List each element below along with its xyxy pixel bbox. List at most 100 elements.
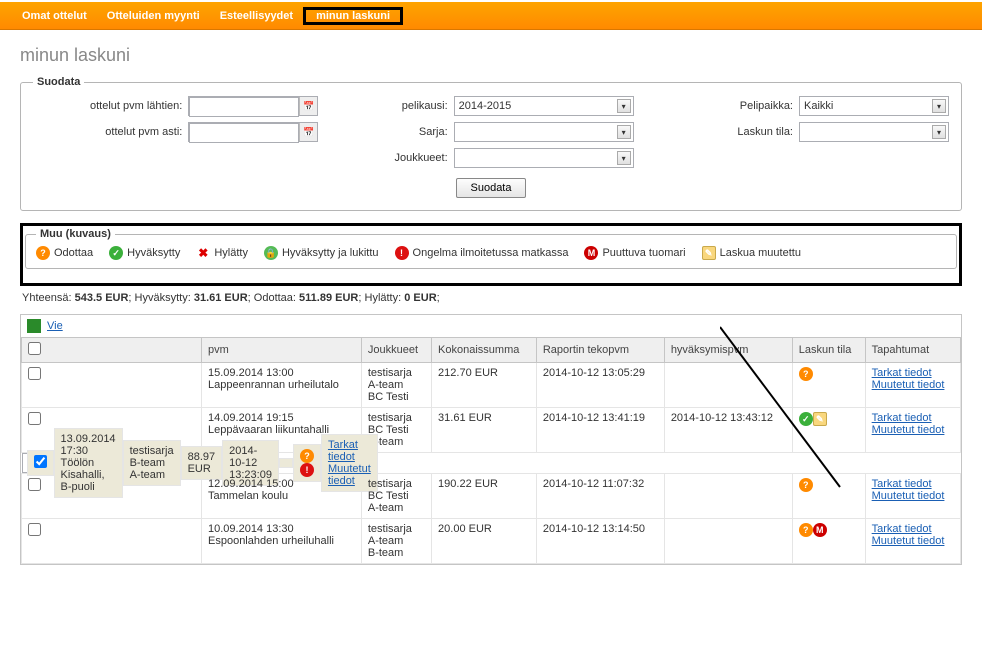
row-status: ? [792,474,865,519]
to-date-input[interactable]: 📅 [188,122,318,142]
tab-my-invoices[interactable]: minun laskuni [306,4,400,28]
chevron-down-icon: ▾ [932,125,946,139]
row-checkbox[interactable] [34,455,47,468]
row-checkbox[interactable] [28,412,41,425]
row-approved-date: 2014-10-12 13:43:12 [664,408,792,453]
row-status: ?! [293,444,321,482]
row-total: 190.22 EUR [432,474,537,519]
filter-legend: Suodata [33,76,84,88]
export-link[interactable]: Vie [47,320,63,332]
waiting-icon: ? [799,478,813,492]
table-row: 10.09.2014 13:30Espoonlahden urheiluhall… [22,519,961,564]
table-row: 13.09.2014 17:30Töölön Kisahalli, B-puol… [22,453,202,473]
row-report-date: 2014-10-12 13:41:19 [536,408,664,453]
row-team1: A-team [368,535,425,547]
legend-approved: Hyväksytty [127,247,180,259]
chevron-down-icon: ▾ [932,99,946,113]
filter-button[interactable]: Suodata [456,178,527,198]
legend-edited: Laskua muutettu [720,247,801,259]
row-approved-date [279,458,293,468]
venue-select[interactable]: Kaikki▾ [799,96,949,116]
approved-icon: ✓ [109,246,123,260]
row-approved-date [664,519,792,564]
waiting-icon: ? [300,449,314,463]
changes-link[interactable]: Muutetut tiedot [872,490,954,502]
missing-icon: M [584,246,598,260]
season-select[interactable]: 2014-2015▾ [454,96,634,116]
chevron-down-icon: ▾ [617,125,631,139]
invoices-table: pvm Joukkueet Kokonaissumma Raportin tek… [21,337,961,564]
row-total: 88.97 EUR [181,446,223,480]
detail-link[interactable]: Tarkat tiedot [872,412,954,424]
waiting-icon: ? [36,246,50,260]
row-report-date: 2014-10-12 13:14:50 [536,519,664,564]
teams-select[interactable]: ▾ [454,148,634,168]
row-checkbox[interactable] [28,523,41,536]
chevron-down-icon: ▾ [617,151,631,165]
approved-icon: ✓ [799,412,813,426]
excel-icon[interactable] [27,319,41,333]
row-team1: B-team [130,457,174,469]
problem-icon: ! [395,246,409,260]
chevron-down-icon: ▾ [617,99,631,113]
missing-icon: M [813,523,827,537]
changes-link[interactable]: Muutetut tiedot [872,424,954,436]
series-label: Sarja: [419,126,448,138]
legend-highlight-box: Muu (kuvaus) ?Odottaa ✓Hyväksytty ✖Hylät… [20,223,962,286]
row-place: Lappeenrannan urheilutalo [208,379,355,391]
col-date: pvm [202,338,362,363]
legend-missing: Puuttuva tuomari [602,247,685,259]
waiting-icon: ? [799,523,813,537]
row-place: Espoonlahden urheiluhalli [208,535,355,547]
row-checkbox[interactable] [28,367,41,380]
row-team1: BC Testi [368,490,425,502]
from-date-input[interactable]: 📅 [188,96,318,116]
row-team1: A-team [368,379,425,391]
tab-match-sales[interactable]: Otteluiden myynti [97,4,210,28]
calendar-icon[interactable]: 📅 [299,123,317,141]
row-date: 14.09.2014 19:15 [208,412,355,424]
row-total: 212.70 EUR [432,363,537,408]
state-select[interactable]: ▾ [799,122,949,142]
detail-link[interactable]: Tarkat tiedot [872,367,954,379]
venue-label: Pelipaikka: [740,100,793,112]
row-total: 31.61 EUR [432,408,537,453]
col-report: Raportin tekopvm [536,338,664,363]
row-series: testisarja [130,445,174,457]
series-select[interactable]: ▾ [454,122,634,142]
row-team2: A-team [130,469,174,481]
row-checkbox[interactable] [28,478,41,491]
legend-title: Muu (kuvaus) [36,228,115,240]
row-status: ?M [792,519,865,564]
row-report-date: 2014-10-12 11:07:32 [536,474,664,519]
changes-link[interactable]: Muutetut tiedot [872,379,954,391]
from-label: ottelut pvm lähtien: [90,100,182,112]
teams-label: Joukkueet: [394,152,447,164]
summary-line: Yhteensä: 543.5 EUR; Hyväksytty: 31.61 E… [22,292,962,304]
changes-link[interactable]: Muutetut tiedot [872,535,954,547]
changes-link[interactable]: Muutetut tiedot [328,463,371,487]
legend-waiting: Odottaa [54,247,93,259]
row-series: testisarja [368,523,425,535]
row-team2: A-team [368,502,425,514]
row-status: ? [792,363,865,408]
row-approved-date [664,474,792,519]
top-nav: Omat ottelut Otteluiden myynti Esteellis… [0,0,982,30]
row-place: Töölön Kisahalli, B-puoli [61,457,116,493]
row-date: 15.09.2014 13:00 [208,367,355,379]
row-series: testisarja [368,367,425,379]
detail-link[interactable]: Tarkat tiedot [872,478,954,490]
col-status: Laskun tila [792,338,865,363]
to-label: ottelut pvm asti: [105,126,182,138]
col-teams: Joukkueet [361,338,431,363]
edited-icon: ✎ [702,246,716,260]
row-series: testisarja [368,412,425,424]
tab-own-matches[interactable]: Omat ottelut [12,4,97,28]
rejected-icon: ✖ [196,246,210,260]
calendar-icon[interactable]: 📅 [299,97,317,115]
tab-conflicts[interactable]: Esteellisyydet [210,4,303,28]
detail-link[interactable]: Tarkat tiedot [328,439,371,463]
row-report-date: 2014-10-12 13:05:29 [536,363,664,408]
select-all-checkbox[interactable] [28,342,41,355]
detail-link[interactable]: Tarkat tiedot [872,523,954,535]
